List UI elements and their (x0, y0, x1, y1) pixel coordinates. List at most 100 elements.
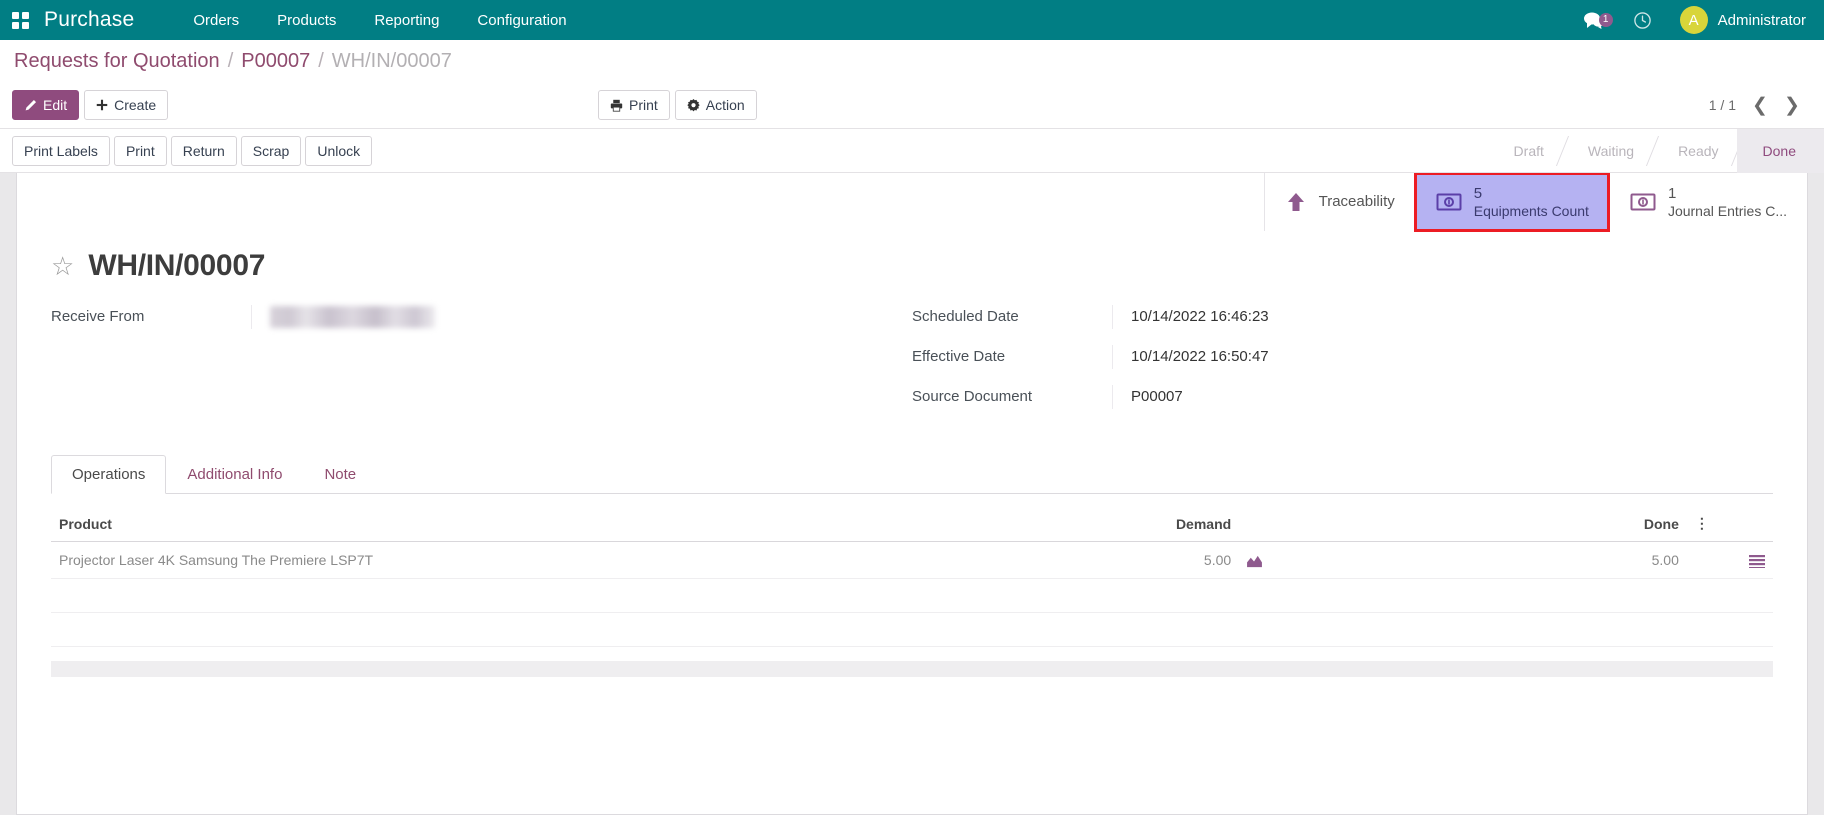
table-footer-strip (51, 661, 1773, 677)
print-button-label: Print (629, 97, 658, 113)
list-icon (1749, 554, 1765, 568)
cell-done-icon[interactable] (1686, 541, 1773, 579)
pencil-icon (24, 99, 37, 112)
stat-button-bar: Traceability 5 Equipments Count 1 Journa… (17, 173, 1807, 232)
field-label-effective-date: Effective Date (912, 348, 1006, 365)
gear-icon (687, 98, 700, 112)
stage-waiting[interactable]: Waiting (1562, 129, 1652, 173)
field-label-receive-from: Receive From (51, 308, 145, 325)
center-action-buttons: Print Action (598, 90, 757, 120)
field-scheduled-date: Scheduled Date 10/14/2022 16:46:23 (912, 305, 1733, 339)
cell-done: 5.00 (1376, 541, 1687, 579)
page-title: WH/IN/00007 (88, 249, 266, 282)
breadcrumb-current: WH/IN/00007 (331, 49, 452, 72)
breadcrumb-separator-1: / (227, 49, 234, 72)
tab-operations[interactable]: Operations (51, 455, 167, 494)
menu-item-orders[interactable]: Orders (174, 2, 258, 39)
form-column-right: Scheduled Date 10/14/2022 16:46:23 Effec… (912, 305, 1773, 425)
up-arrow-icon (1285, 191, 1307, 213)
user-menu[interactable]: A Administrator (1668, 6, 1824, 34)
star-outline-icon[interactable]: ☆ (51, 253, 74, 279)
menu-item-reporting[interactable]: Reporting (355, 2, 458, 39)
stage-draft[interactable]: Draft (1488, 129, 1562, 173)
breadcrumb-parent[interactable]: P00007 (241, 50, 310, 73)
pager-count[interactable]: 1 / 1 (1701, 94, 1744, 116)
main-menu: Orders Products Reporting Configuration (174, 2, 585, 39)
breadcrumb: Requests for Quotation / P00007 / WH/IN/… (0, 40, 1824, 82)
table-header-row: Product Demand Done ⋮ (51, 506, 1773, 542)
operations-table: Product Demand Done ⋮ Projector Laser 4K… (51, 506, 1773, 647)
chart-area-icon (1247, 555, 1263, 568)
stat-button-equipments-count[interactable]: 5 Equipments Count (1413, 173, 1610, 232)
top-navbar: Purchase Orders Products Reporting Confi… (0, 0, 1824, 40)
status-stages: Draft Waiting Ready Done (1488, 129, 1824, 173)
column-header-spacer (1239, 506, 1377, 542)
create-button[interactable]: Create (84, 90, 169, 120)
cell-demand-icon[interactable] (1239, 541, 1377, 579)
pager: 1 / 1 ❮ ❯ (1701, 91, 1808, 119)
column-header-product[interactable]: Product (51, 506, 947, 542)
app-brand-purchase[interactable]: Purchase (40, 8, 144, 32)
stat-button-traceability[interactable]: Traceability (1263, 173, 1415, 231)
avatar: A (1679, 6, 1708, 34)
cell-demand: 5.00 (946, 541, 1240, 579)
menu-item-products[interactable]: Products (258, 2, 355, 39)
action-button[interactable]: Action (674, 90, 757, 120)
stage-ready[interactable]: Ready (1652, 129, 1736, 173)
form-sheet-background: Traceability 5 Equipments Count 1 Journa… (0, 172, 1824, 815)
form-column-left: Receive From (51, 305, 912, 425)
table-row[interactable]: Projector Laser 4K Samsung The Premiere … (51, 541, 1773, 579)
table-row-empty (51, 612, 1773, 647)
tab-additional-info[interactable]: Additional Info (166, 455, 303, 494)
apps-grid-icon[interactable] (0, 0, 40, 40)
clock-icon[interactable] (1617, 11, 1668, 30)
vertical-dots-icon[interactable]: ⋮ (1686, 506, 1773, 542)
workflow-button-bar: Print Labels Print Return Scrap Unlock D… (0, 128, 1824, 173)
field-value-receive-from[interactable] (251, 305, 872, 329)
create-button-label: Create (114, 97, 157, 113)
plus-icon (96, 99, 108, 111)
print-button-secondary[interactable]: Print (113, 135, 167, 166)
edit-button-label: Edit (43, 97, 68, 113)
field-label-scheduled-date: Scheduled Date (912, 308, 1019, 325)
navbar-right-tools: 1 A Administrator (1569, 0, 1824, 40)
user-name: Administrator (1717, 11, 1806, 29)
edit-button[interactable]: Edit (12, 90, 80, 120)
control-panel: Edit Create Print Action 1 / 1 ❮ ❯ (0, 82, 1824, 128)
stat-label-journal-entries-count: Journal Entries C... (1667, 202, 1787, 219)
field-value-source-document[interactable]: P00007 (1112, 385, 1733, 409)
breadcrumb-separator-2: / (318, 49, 324, 72)
money-bill-icon (1436, 192, 1462, 212)
table-body: Projector Laser 4K Samsung The Premiere … (51, 541, 1773, 647)
scrap-button[interactable]: Scrap (240, 135, 302, 166)
field-source-document: Source Document P00007 (912, 385, 1733, 419)
unlock-button[interactable]: Unlock (305, 135, 373, 166)
form-sheet: Traceability 5 Equipments Count 1 Journa… (16, 173, 1808, 815)
printer-icon (610, 99, 623, 112)
form-fields: Receive From Scheduled Date 10/14/2022 1… (17, 283, 1807, 425)
field-value-scheduled-date[interactable]: 10/14/2022 16:46:23 (1112, 305, 1733, 329)
print-labels-button[interactable]: Print Labels (12, 135, 110, 166)
chevron-left-icon[interactable]: ❮ (1744, 91, 1776, 119)
menu-item-configuration[interactable]: Configuration (458, 2, 585, 39)
print-button[interactable]: Print (598, 90, 670, 120)
column-header-done[interactable]: Done (1376, 506, 1687, 542)
messages-icon[interactable]: 1 (1569, 11, 1617, 29)
stat-button-journal-entries-count[interactable]: 1 Journal Entries C... (1608, 173, 1807, 231)
column-header-demand[interactable]: Demand (946, 506, 1240, 542)
field-value-effective-date[interactable]: 10/14/2022 16:50:47 (1112, 345, 1733, 369)
table-row-empty (51, 578, 1773, 613)
cell-product: Projector Laser 4K Samsung The Premiere … (51, 541, 947, 579)
stage-done[interactable]: Done (1736, 129, 1824, 173)
action-button-label: Action (705, 97, 745, 113)
chevron-right-icon[interactable]: ❯ (1776, 91, 1808, 119)
return-button[interactable]: Return (170, 135, 237, 166)
tab-note[interactable]: Note (303, 455, 377, 494)
money-bill-icon (1630, 192, 1656, 212)
field-effective-date: Effective Date 10/14/2022 16:50:47 (912, 345, 1733, 379)
breadcrumb-root[interactable]: Requests for Quotation (14, 50, 220, 73)
stat-label-equipments-count: Equipments Count (1473, 202, 1589, 219)
stat-value-journal-entries-count: 1 (1667, 184, 1677, 202)
notebook: Operations Additional Info Note Product … (17, 455, 1807, 677)
stat-value-equipments-count: 5 (1473, 184, 1483, 202)
